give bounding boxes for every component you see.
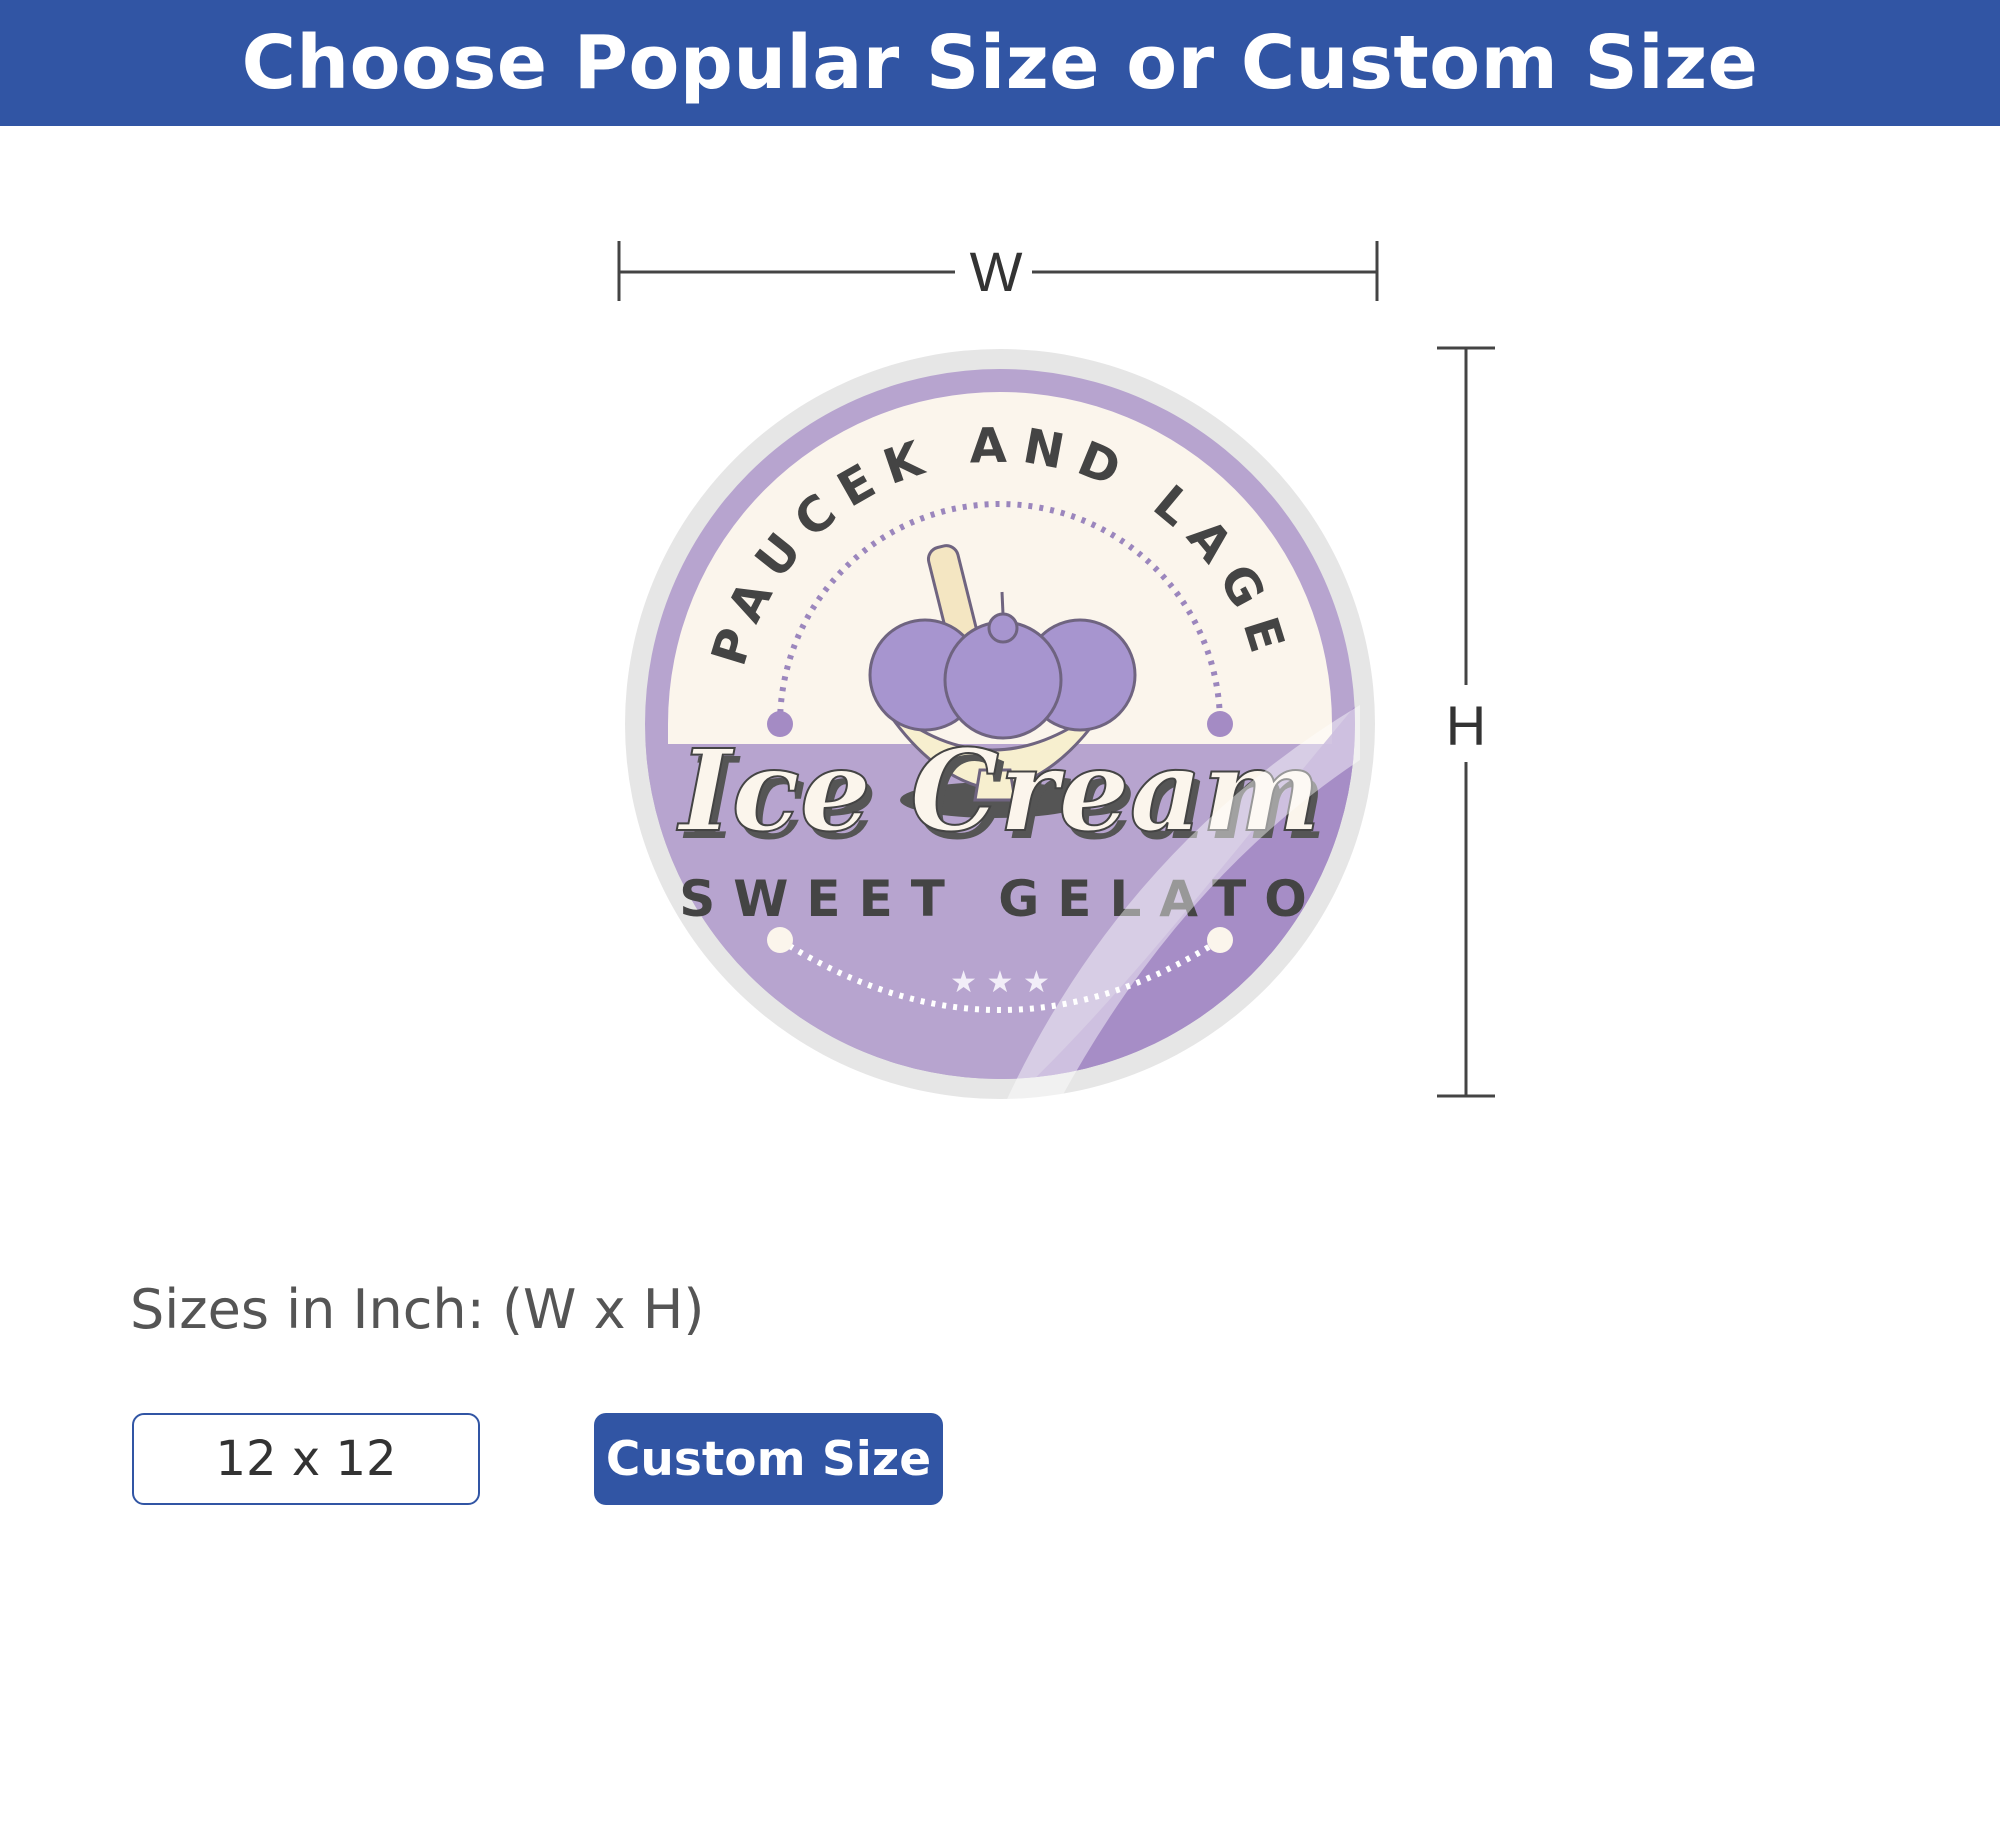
sticker-diagram: W H PAUCEK AND LAGE Ice Cream Ice Cream … [617,240,1495,1110]
sticker-stars: ★ ★ ★ [950,965,1050,1000]
sticker-preview: PAUCEK AND LAGE Ice Cream Ice Cream SWEE… [625,349,1375,1110]
sizes-label: Sizes in Inch: (W x H) [130,1278,705,1341]
height-label: H [1446,694,1486,757]
size-option-12x12[interactable]: 12 x 12 [132,1413,480,1505]
page-title: Choose Popular Size or Custom Size [241,20,1759,106]
custom-size-button[interactable]: Custom Size [594,1413,943,1505]
width-label: W [970,240,1023,303]
header-banner: Choose Popular Size or Custom Size [0,0,2000,126]
sticker-subtitle: SWEET GELATO [679,870,1324,928]
